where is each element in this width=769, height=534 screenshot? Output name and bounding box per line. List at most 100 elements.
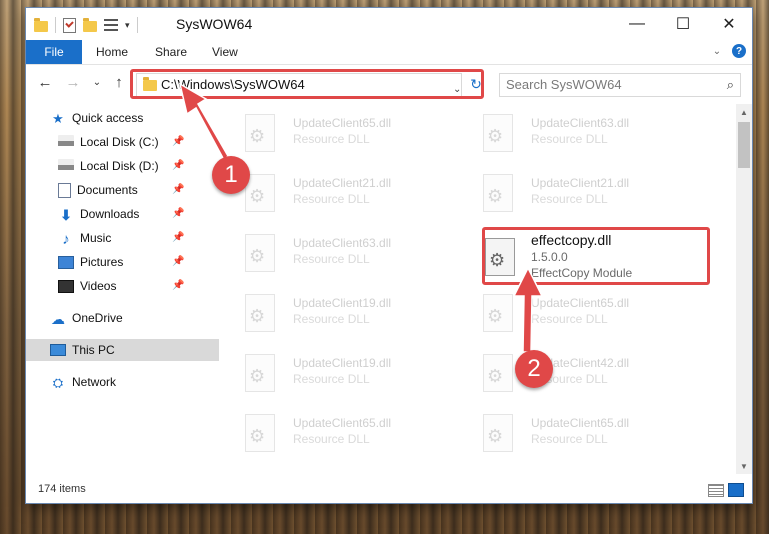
star-icon: ★ [52, 111, 64, 126]
navigation-pane: ★ Quick access Local Disk (C:) 📌 Local D… [26, 104, 219, 474]
sidebar-item-onedrive[interactable]: ☁ OneDrive [26, 307, 219, 329]
close-button[interactable]: ✕ [706, 8, 752, 40]
file-type: Resource DLL [531, 432, 608, 446]
ribbon-tabs: File Home Share View ⌄ ? [26, 40, 752, 65]
toolbar-divider [55, 17, 56, 33]
sidebar-item-label: Quick access [72, 111, 144, 125]
up-arrow-icon[interactable]: ↑ [110, 73, 128, 91]
dll-file-icon: ⚙ [483, 174, 513, 212]
forward-arrow-icon[interactable]: → [64, 73, 82, 91]
file-item[interactable]: ⚙ UpdateClient63.dll Resource DLL [457, 104, 687, 158]
pin-icon[interactable]: 📌 [172, 184, 184, 195]
file-item[interactable]: ⚙ UpdateClient42.dll Resource DLL [457, 344, 687, 398]
search-input[interactable] [500, 74, 706, 94]
step-1-badge: 1 [212, 156, 250, 194]
sidebar-item-music[interactable]: ♪ Music 📌 [26, 227, 219, 249]
sidebar-item-label: Downloads [80, 207, 140, 221]
customize-toolbar-icon[interactable]: ▾ [125, 20, 130, 31]
file-item[interactable]: ⚙ UpdateClient19.dll Resource DLL [219, 344, 449, 398]
sidebar-item-local-disk-c[interactable]: Local Disk (C:) 📌 [26, 131, 219, 153]
file-type: Resource DLL [293, 252, 370, 266]
pin-icon[interactable]: 📌 [172, 160, 184, 171]
file-item[interactable]: ⚙ UpdateClient65.dll Resource DLL [457, 404, 687, 458]
status-bar: 174 items [26, 478, 752, 502]
sidebar-item-downloads[interactable]: ⬇ Downloads 📌 [26, 203, 219, 225]
pin-icon[interactable]: 📌 [172, 136, 184, 147]
file-item[interactable]: ⚙ UpdateClient19.dll Resource DLL [219, 284, 449, 338]
sidebar-item-videos[interactable]: Videos 📌 [26, 275, 219, 297]
file-explorer-window: ▾ SysWOW64 — ☐ ✕ File Home Share View ⌄ … [26, 8, 752, 503]
file-item[interactable]: ⚙ UpdateClient63.dll Resource DLL [219, 224, 449, 278]
dll-file-icon: ⚙ [483, 294, 513, 332]
back-arrow-icon[interactable]: ← [36, 73, 54, 91]
file-name: UpdateClient19.dll [293, 296, 392, 310]
drive-icon [58, 159, 74, 173]
dll-file-icon: ⚙ [245, 174, 275, 212]
expand-ribbon-icon[interactable]: ⌄ [710, 44, 724, 58]
search-box[interactable]: ⌕ [499, 73, 741, 97]
sidebar-item-label: Videos [80, 279, 117, 293]
folder-icon[interactable] [34, 17, 48, 32]
address-bar-highlight [130, 69, 484, 99]
file-type: Resource DLL [293, 192, 370, 206]
videos-icon [58, 279, 74, 293]
file-type: Resource DLL [531, 132, 608, 146]
tab-file[interactable]: File [26, 40, 82, 64]
file-item[interactable]: ⚙ UpdateClient65.dll Resource DLL [219, 104, 449, 158]
details-view-icon[interactable] [708, 484, 724, 497]
dll-file-icon: ⚙ [245, 114, 275, 152]
tab-view[interactable]: View [212, 40, 238, 64]
file-name: UpdateClient19.dll [293, 356, 392, 370]
pin-icon[interactable]: 📌 [172, 256, 184, 267]
file-type: Resource DLL [293, 312, 370, 326]
navigation-bar: ← → ⌄ ↑ C:\Windows\SysWOW64 ⌄ ↻ ⌕ [26, 65, 752, 101]
file-name: UpdateClient21.dll [531, 176, 630, 190]
music-icon: ♪ [62, 231, 70, 248]
sidebar-item-documents[interactable]: Documents 📌 [26, 179, 219, 201]
file-item[interactable]: ⚙ UpdateClient65.dll Resource DLL [457, 284, 687, 338]
file-name: UpdateClient63.dll [531, 116, 630, 130]
sidebar-item-label: OneDrive [72, 311, 123, 325]
file-item[interactable]: ⚙ UpdateClient21.dll Resource DLL [219, 164, 449, 218]
pin-icon[interactable]: 📌 [172, 208, 184, 219]
title-bar: ▾ SysWOW64 — ☐ ✕ [26, 8, 752, 40]
sidebar-item-pictures[interactable]: Pictures 📌 [26, 251, 219, 273]
dll-file-icon: ⚙ [245, 294, 275, 332]
file-item[interactable]: ⚙ UpdateClient65.dll Resource DLL [219, 404, 449, 458]
item-count: 174 items [38, 483, 86, 495]
properties-check-icon[interactable] [63, 17, 76, 33]
pin-icon[interactable]: 📌 [172, 232, 184, 243]
maximize-button[interactable]: ☐ [660, 8, 706, 40]
sidebar-item-quick-access[interactable]: ★ Quick access [26, 107, 219, 129]
dll-file-icon: ⚙ [483, 114, 513, 152]
pin-icon[interactable]: 📌 [172, 280, 184, 291]
scroll-down-icon[interactable]: ▼ [736, 458, 752, 474]
sidebar-item-local-disk-d[interactable]: Local Disk (D:) 📌 [26, 155, 219, 177]
file-list: ⚙ UpdateClient65.dll Resource DLL ⚙ Upda… [219, 104, 736, 474]
vertical-scrollbar[interactable]: ▲ ▼ [736, 104, 752, 474]
scroll-up-icon[interactable]: ▲ [736, 104, 752, 120]
pictures-icon [58, 255, 74, 269]
minimize-button[interactable]: — [614, 8, 660, 40]
search-icon[interactable]: ⌕ [727, 77, 734, 93]
new-folder-icon[interactable] [83, 17, 97, 32]
file-name: UpdateClient65.dll [531, 296, 630, 310]
quick-access-toolbar: ▾ [34, 16, 138, 34]
dll-file-icon: ⚙ [245, 414, 275, 452]
scrollbar-thumb[interactable] [738, 122, 750, 168]
step-2-badge: 2 [515, 350, 553, 388]
sidebar-item-network[interactable]: ⛭ Network [26, 371, 219, 393]
recent-locations-chevron-icon[interactable]: ⌄ [88, 73, 106, 91]
tab-share[interactable]: Share [155, 40, 187, 64]
file-name: UpdateClient65.dll [293, 416, 392, 430]
tiles-view-icon[interactable] [728, 483, 744, 497]
selected-file-highlight [482, 227, 710, 285]
sidebar-item-this-pc[interactable]: This PC [26, 339, 219, 361]
list-properties-icon[interactable] [104, 19, 118, 31]
tab-home[interactable]: Home [96, 40, 128, 64]
help-icon[interactable]: ? [732, 44, 746, 58]
ribbon-right-controls: ⌄ ? [710, 44, 746, 58]
file-item[interactable]: ⚙ UpdateClient21.dll Resource DLL [457, 164, 687, 218]
file-type: Resource DLL [293, 432, 370, 446]
sidebar-item-label: Pictures [80, 255, 124, 269]
